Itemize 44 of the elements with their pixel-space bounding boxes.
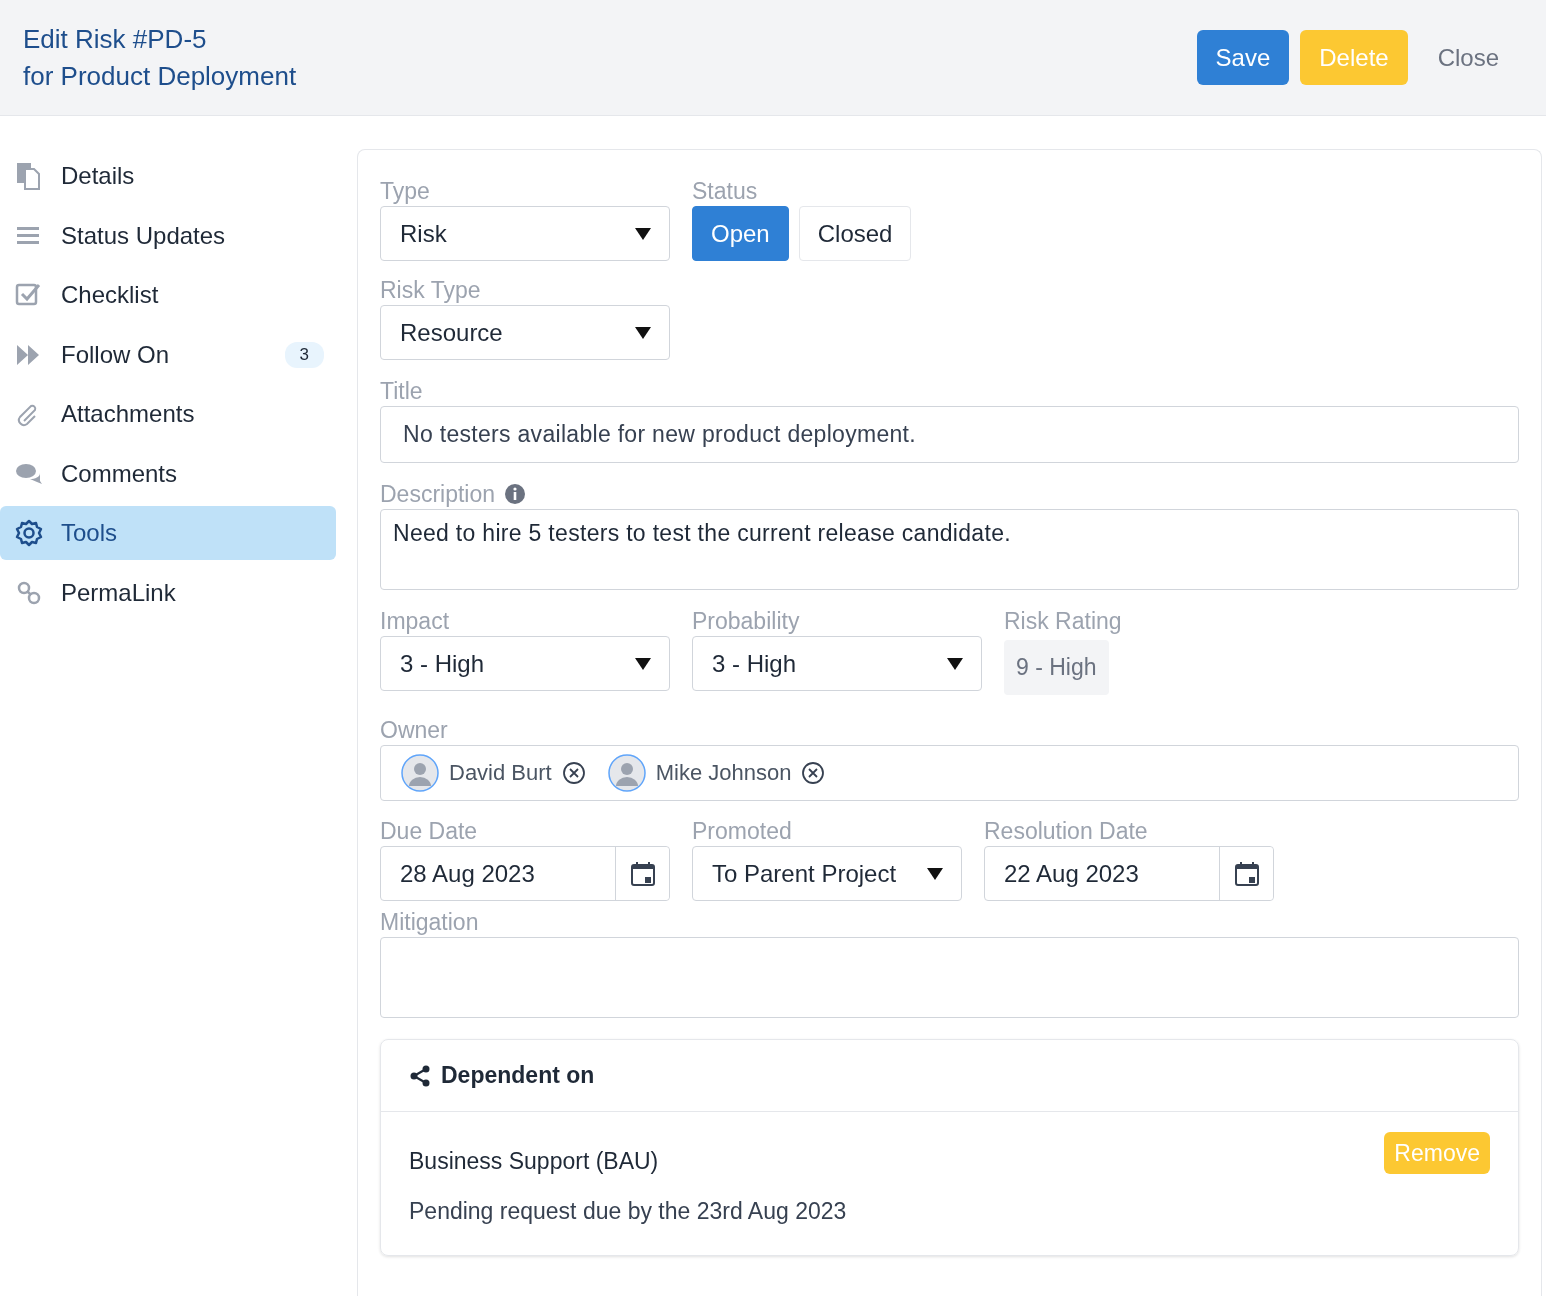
dropdown[interactable]: 3 - High (380, 636, 670, 691)
dropdown[interactable]: 3 - High (692, 636, 982, 691)
field-label: Type (380, 177, 431, 206)
dependency-note: Pending request due by the 23rd Aug 2023 (409, 1198, 847, 1225)
dependency-name: Business Support (BAU) (409, 1148, 660, 1175)
sidebar-item[interactable]: Status Updates (0, 208, 336, 263)
sidebar-item[interactable]: Attachments (0, 387, 336, 441)
close-button[interactable]: Close (1418, 30, 1518, 85)
field-label: Due Date (380, 817, 479, 846)
dropdown[interactable]: Resource (380, 305, 670, 360)
field-label: Risk Type (380, 276, 482, 305)
sidebar-item[interactable]: Comments (0, 446, 336, 501)
sidebar-item[interactable]: PermaLink (0, 565, 336, 620)
sidebar-item[interactable]: Follow On 3 (0, 327, 336, 382)
field-label: Owner (380, 716, 449, 745)
owner-name: David Burt (449, 760, 552, 786)
owner-field[interactable]: David Burt Mike Johnson (380, 745, 1519, 801)
risk-rating-value: 9 - High (1004, 640, 1109, 695)
field-label: Description (380, 480, 496, 509)
field-label: Probability (692, 607, 801, 636)
page-title: Edit Risk #PD-5 (23, 22, 208, 56)
field-label: Status (692, 177, 759, 206)
sidebar-item[interactable]: Checklist (0, 268, 336, 322)
dropdown[interactable]: Risk (380, 206, 670, 261)
status-option[interactable]: Open (692, 206, 789, 261)
status-option[interactable]: Closed (798, 206, 912, 261)
description-field[interactable]: Need to hire 5 testers to test the current release candidate. (380, 509, 1519, 590)
field-label: Promoted (692, 817, 793, 846)
count-badge: 3 (284, 341, 324, 368)
field-label: Resolution Date (984, 817, 1149, 846)
dropdown[interactable]: To Parent Project (692, 846, 962, 901)
page-title: for Product Deployment (23, 59, 297, 93)
sidebar-item[interactable]: Details (0, 149, 336, 203)
title-field[interactable]: No testers available for new product deployment. (380, 406, 1519, 463)
sidebar-item[interactable]: Tools (0, 506, 336, 560)
header-button[interactable]: Save (1196, 30, 1290, 85)
owner-name: Mike Johnson (655, 760, 792, 786)
date-field[interactable]: 22 Aug 2023 (984, 846, 1274, 901)
field-label: Impact (380, 607, 451, 636)
panel-title: Dependent on (441, 1062, 595, 1089)
date-field[interactable]: 28 Aug 2023 (380, 846, 670, 901)
field-label: Risk Rating (1004, 607, 1123, 636)
field-label: Title (380, 377, 424, 406)
field-label: Mitigation (380, 908, 480, 937)
